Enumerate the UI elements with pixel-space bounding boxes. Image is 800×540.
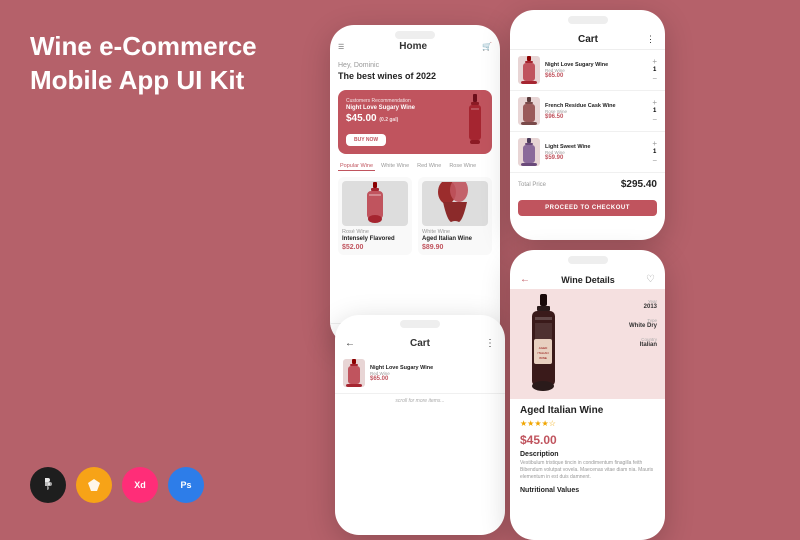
cart-item-info-2: Light Sweet Wine Red Wine $59.90 (545, 144, 647, 161)
qty-plus-2[interactable]: + (652, 139, 657, 148)
svg-text:AGED: AGED (539, 346, 548, 350)
promo-buy-button[interactable]: BUY NOW (346, 134, 386, 146)
product-price-1: $89.90 (422, 244, 488, 251)
promo-card[interactable]: Customers Recommendation Night Love Suga… (338, 90, 492, 154)
star-rating: ★★★★☆ (520, 419, 655, 428)
spec-country: Italian (629, 342, 657, 348)
phone-cart-list: ← Cart ⋮ Night Love Sugary Wine Red Wine… (510, 10, 665, 240)
cart-small-header: ← Cart ⋮ (335, 330, 505, 353)
detail-wine-name: Aged Italian Wine (520, 405, 655, 416)
home-screen-title: Home (399, 41, 427, 52)
promo-price: $45.00 (0.2 gal) (346, 113, 484, 124)
cart-item-qty-1: + 1 − (652, 98, 657, 124)
product-image-1 (422, 181, 488, 226)
cart-item-0: Night Love Sugary Wine Red Wine $65.00 +… (510, 50, 665, 91)
cart-item-img-2 (518, 138, 540, 166)
cart-small-item-0: Night Love Sugary Wine Red Wine $65.00 (335, 353, 505, 394)
checkout-button[interactable]: PROCEED TO CHECKOUT (518, 200, 657, 216)
cart-screen-title: Cart (578, 34, 598, 45)
tab-popular-wine[interactable]: Popular Wine (338, 162, 375, 171)
detail-wine-image: AGED ITALIAN WINE Year 2013 Type White D… (510, 289, 665, 399)
detail-price: $45.00 (520, 433, 655, 447)
product-type-1: White Wine (422, 229, 488, 235)
svg-text:WINE: WINE (539, 356, 547, 360)
tabs-row: Popular Wine White Wine Red Wine Rose Wi… (338, 162, 492, 171)
tab-red-wine[interactable]: Red Wine (415, 162, 443, 171)
detail-screen-title: Wine Details (561, 275, 614, 285)
screens-area: ☰ Home 🛒 Hey, Dominic The best wines of … (330, 10, 800, 533)
product-card-0[interactable]: Rosé Wine Intensely Flavored $52.00 (338, 177, 412, 255)
figma-icon (30, 467, 66, 503)
qty-plus-0[interactable]: + (652, 57, 657, 66)
cart-small-title: Cart (410, 338, 430, 349)
left-panel: Wine e-Commerce Mobile App UI Kit Xd Ps (0, 0, 340, 533)
cart-item-1: French Residue Cask Wine Rose Wine $96.5… (510, 91, 665, 132)
sketch-icon (76, 467, 112, 503)
tab-white-wine[interactable]: White Wine (379, 162, 411, 171)
app-title: Wine e-Commerce Mobile App UI Kit (30, 30, 310, 98)
xd-icon: Xd (122, 467, 158, 503)
cart-item-qty-0: + 1 − (652, 57, 657, 83)
detail-desc-text: Vestibulum tristique tincin in condiment… (520, 460, 655, 481)
qty-plus-1[interactable]: + (652, 98, 657, 107)
detail-header: ← Wine Details ♡ (510, 266, 665, 289)
product-price-0: $52.00 (342, 244, 408, 251)
qty-minus-2[interactable]: − (652, 156, 657, 165)
scroll-hint: scroll for more items... (335, 394, 505, 406)
detail-back-button[interactable]: ← (520, 274, 530, 285)
product-name-0: Intensely Flavored (342, 236, 408, 242)
promo-label: Customers Recommendation (346, 98, 484, 104)
cart-header: ← Cart ⋮ (510, 26, 665, 50)
qty-minus-1[interactable]: − (652, 115, 657, 124)
detail-heart-button[interactable]: ♡ (646, 274, 655, 285)
cart-item-qty-2: + 1 − (652, 139, 657, 165)
phone-cart-small: ← Cart ⋮ Night Love Sugary Wine Red Wine… (335, 315, 505, 535)
tool-icons: Xd Ps (30, 467, 204, 503)
cart-item-info-0: Night Love Sugary Wine Red Wine $65.00 (545, 62, 647, 79)
spec-type: White Dry (629, 323, 657, 329)
cart-item-img-1 (518, 97, 540, 125)
qty-minus-0[interactable]: − (652, 74, 657, 83)
cart-item-2: Light Sweet Wine Red Wine $59.90 + 1 − (510, 132, 665, 173)
phone-home: ☰ Home 🛒 Hey, Dominic The best wines of … (330, 25, 500, 345)
cart-item-info-1: French Residue Cask Wine Rose Wine $96.5… (545, 103, 647, 120)
svg-text:ITALIAN: ITALIAN (537, 351, 548, 355)
cart-total: Total Price $295.40 (510, 173, 665, 196)
spec-year: 2013 (629, 304, 657, 310)
home-headline: The best wines of 2022 (338, 71, 492, 82)
cart-small-img-0 (343, 359, 365, 387)
back-button[interactable]: ← (345, 338, 355, 349)
product-image-0 (342, 181, 408, 226)
product-card-1[interactable]: White Wine Aged Italian Wine $89.90 (418, 177, 492, 255)
products-grid: Rosé Wine Intensely Flavored $52.00 Whit… (338, 177, 492, 255)
promo-name: Night Love Sugary Wine (346, 105, 484, 111)
ps-icon: Ps (168, 467, 204, 503)
options-button[interactable]: ⋮ (485, 338, 495, 349)
phone-details: ← Wine Details ♡ AGED ITALIAN WINE (510, 250, 665, 540)
detail-desc-title: Description (520, 451, 655, 458)
tab-rose-wine[interactable]: Rose Wine (447, 162, 478, 171)
nutritional-title: Nutritional Values (520, 487, 655, 494)
detail-info: Aged Italian Wine ★★★★☆ $45.00 Descripti… (510, 399, 665, 500)
product-name-1: Aged Italian Wine (422, 236, 488, 242)
home-greeting: Hey, Dominic (338, 62, 492, 69)
cart-small-info-0: Night Love Sugary Wine Red Wine $65.00 (370, 365, 497, 382)
product-type-0: Rosé Wine (342, 229, 408, 235)
cart-item-img-0 (518, 56, 540, 84)
